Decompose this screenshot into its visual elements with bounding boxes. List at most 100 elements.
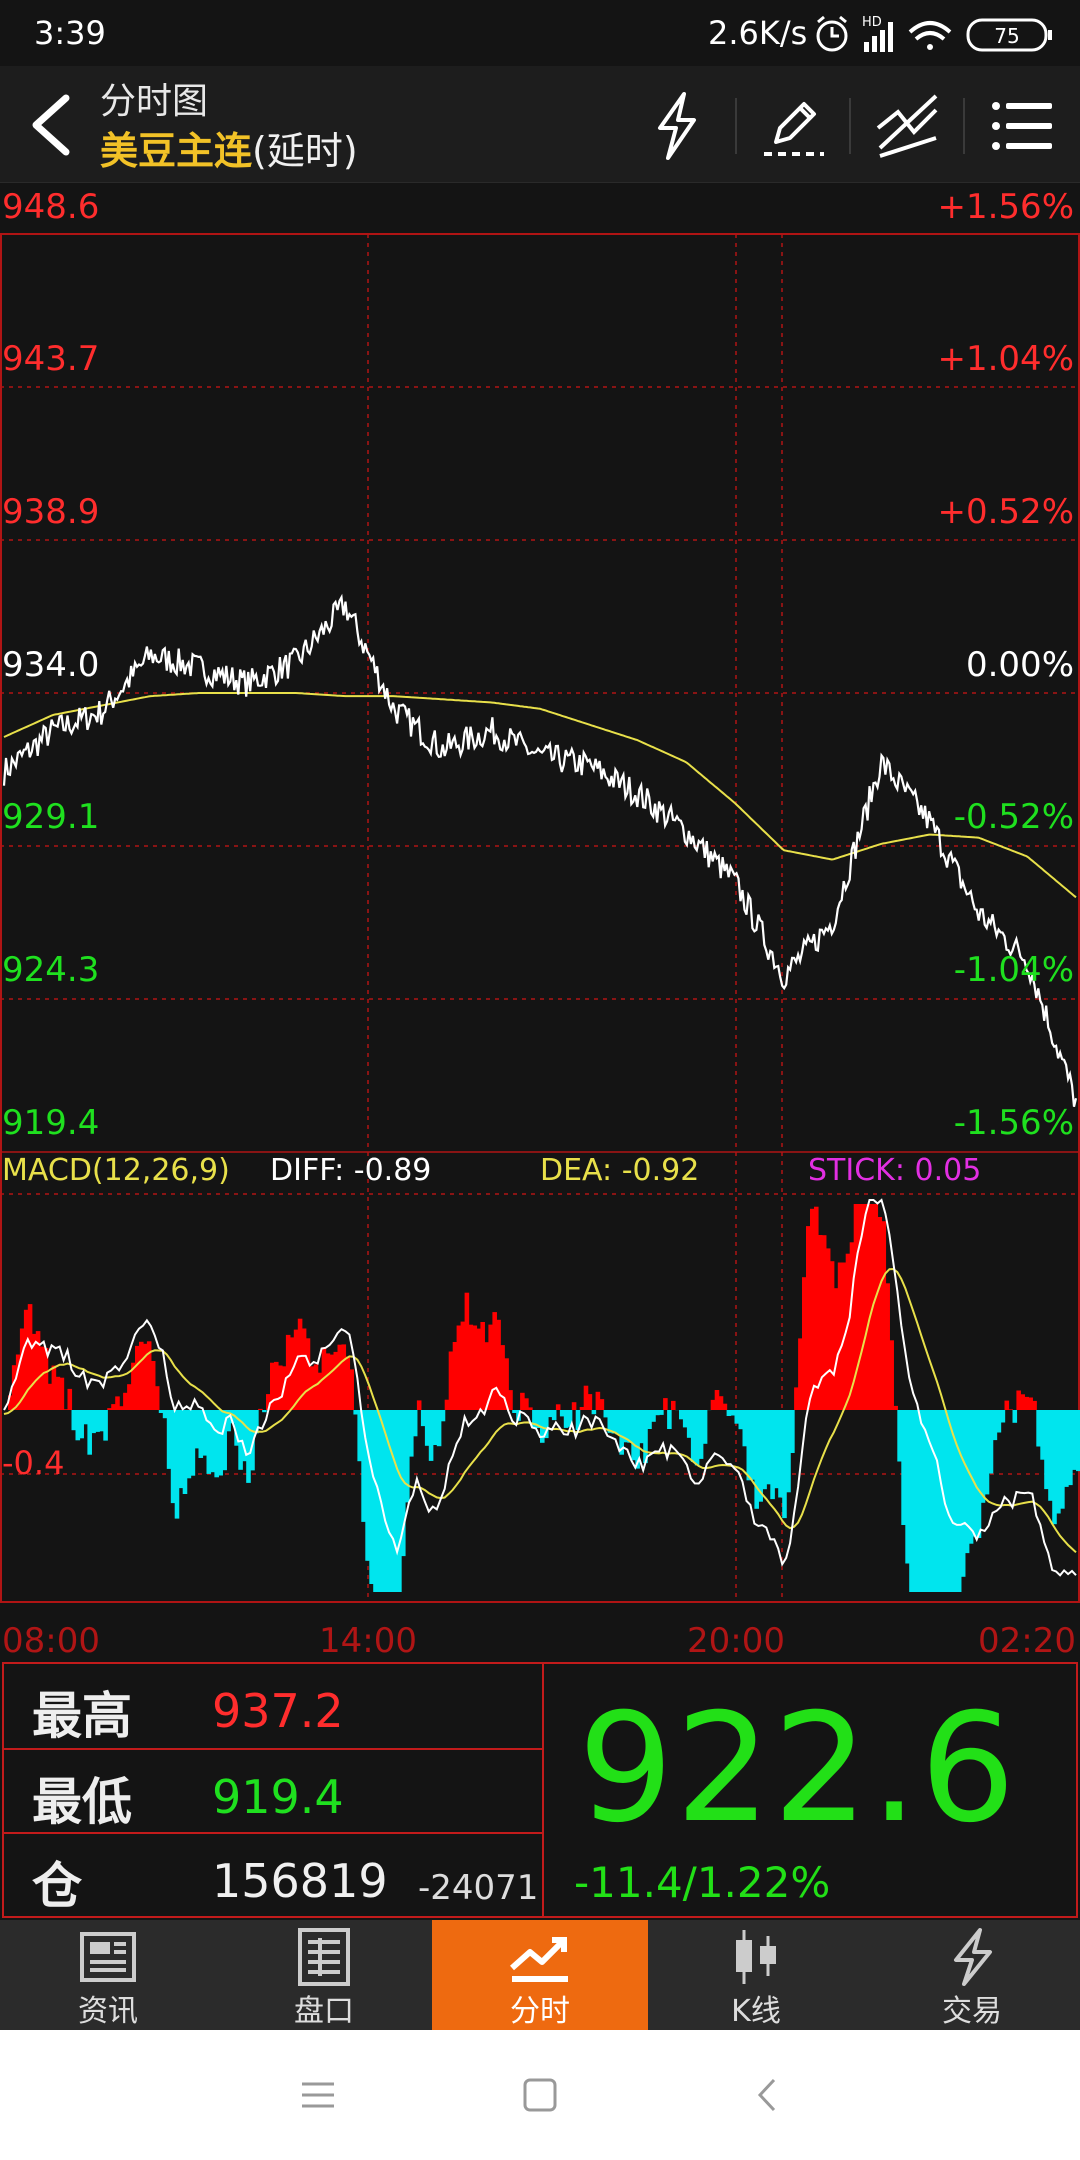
open-interest-row: 仓 156819 -24071 — [4, 1832, 542, 1918]
macd-bar — [1072, 1410, 1077, 1470]
macd-bar — [341, 1344, 347, 1410]
macd-bar — [79, 1410, 84, 1439]
macd-bar — [960, 1410, 966, 1577]
back-nav-button[interactable] — [738, 2070, 798, 2120]
macd-bar — [369, 1410, 374, 1584]
macd-bar — [492, 1312, 497, 1410]
macd-bar — [718, 1396, 724, 1410]
macd-bar — [123, 1392, 128, 1410]
tab-label: 交易 — [942, 1994, 1002, 2029]
macd-bar — [246, 1410, 251, 1483]
macd-bar — [905, 1410, 910, 1564]
macd-bar — [409, 1410, 414, 1457]
macd-bar — [55, 1376, 61, 1410]
y-label-left: 948.6 — [2, 187, 99, 227]
macd-bar — [210, 1410, 216, 1473]
macd-bar — [802, 1277, 807, 1410]
back-button[interactable] — [22, 90, 80, 160]
macd-bar — [214, 1410, 219, 1478]
macd-bar — [647, 1410, 652, 1429]
tab-trade[interactable]: 交易 — [864, 1920, 1080, 2030]
macd-diff-label: DIFF: -0.89 — [270, 1153, 431, 1188]
macd-bar — [782, 1410, 787, 1519]
chart-border — [0, 233, 1080, 1603]
macd-bar — [746, 1410, 752, 1481]
chevron-left-icon — [32, 94, 70, 156]
macd-bar — [325, 1353, 331, 1410]
macd-bar — [154, 1386, 160, 1410]
macd-bar — [278, 1365, 283, 1410]
macd-bar — [349, 1369, 354, 1410]
macd-bar — [67, 1388, 73, 1410]
macd-bar — [476, 1328, 482, 1410]
menu-icon — [992, 102, 1052, 150]
macd-bar — [551, 1410, 557, 1421]
macd-bar — [825, 1248, 831, 1410]
tab-candlestick[interactable]: K线 — [648, 1920, 864, 2030]
instrument-label: 美豆主连 — [100, 129, 253, 173]
macd-bar — [563, 1410, 569, 1428]
time-label: 20:00 — [687, 1621, 785, 1661]
draw-button[interactable] — [754, 88, 834, 164]
macd-bar — [770, 1410, 775, 1500]
macd-bar — [786, 1410, 791, 1493]
macd-bar — [945, 1410, 950, 1592]
high-row: 最高 937.2 — [4, 1664, 542, 1748]
macd-bar — [885, 1283, 890, 1410]
system-nav-bar — [0, 2030, 1080, 2160]
macd-bar — [1060, 1410, 1065, 1509]
macd-bar — [405, 1410, 410, 1503]
intraday-chart[interactable]: 948.6 943.7 938.9 934.0 929.1 924.3 919.… — [0, 182, 1080, 1662]
tab-intraday[interactable]: 分时 — [432, 1920, 648, 2030]
time-label: 02:20 — [978, 1621, 1076, 1661]
menu-button[interactable] — [982, 88, 1062, 164]
macd-bar — [956, 1410, 962, 1592]
high-value: 937.2 — [212, 1684, 344, 1738]
macd-bar — [262, 1410, 267, 1413]
macd-bar — [313, 1364, 319, 1410]
y-label-right: -1.56% — [954, 1103, 1074, 1143]
macd-bar — [174, 1410, 180, 1519]
macd-bar — [559, 1410, 565, 1417]
macd-bar — [948, 1410, 954, 1592]
bottom-tab-bar: 资讯 盘口 分时 K线 交易 — [0, 1920, 1080, 2030]
trendline-button[interactable] — [868, 88, 948, 164]
macd-bar — [496, 1319, 501, 1410]
macd-bar — [424, 1410, 430, 1446]
macd-bar — [83, 1410, 88, 1425]
quote-grid: 最高 937.2 最低 919.4 仓 156819 -24071 922.6 … — [2, 1662, 1078, 1918]
macd-bar — [964, 1410, 970, 1554]
macd-bar — [480, 1322, 485, 1410]
lightning-button[interactable] — [636, 88, 716, 164]
macd-bar — [873, 1204, 879, 1410]
tab-orderbook[interactable]: 盘口 — [216, 1920, 432, 2030]
tab-label: 资讯 — [78, 1994, 138, 2029]
home-nav-icon — [523, 2078, 557, 2112]
macd-bar — [659, 1410, 664, 1415]
macd-bar — [774, 1410, 779, 1489]
menu-nav-icon — [302, 2082, 334, 2108]
y-label-right: +1.04% — [938, 339, 1075, 379]
menu-nav-button[interactable] — [288, 2070, 348, 2120]
macd-bar — [821, 1235, 827, 1410]
open-interest-value: 156819 — [212, 1854, 388, 1908]
y-label-left: 934.0 — [2, 645, 99, 685]
macd-bar — [150, 1361, 156, 1410]
macd-bar — [587, 1394, 593, 1410]
macd-bar — [393, 1410, 398, 1592]
open-interest-label: 仓 — [32, 1857, 82, 1915]
macd-bar — [778, 1410, 783, 1498]
macd-bar — [766, 1410, 771, 1485]
macd-bar — [103, 1410, 108, 1441]
macd-bar — [984, 1410, 990, 1495]
macd-bar — [901, 1410, 906, 1525]
y-label-left: 924.3 — [2, 950, 99, 990]
delay-label: (延时) — [252, 129, 358, 173]
low-label: 最低 — [32, 1773, 132, 1831]
network-speed: 2.6K/s — [708, 14, 808, 52]
home-nav-button[interactable] — [510, 2070, 570, 2120]
tab-news[interactable]: 资讯 — [0, 1920, 216, 2030]
back-nav-icon — [757, 2078, 776, 2112]
macd-bar — [889, 1340, 894, 1410]
macd-bar — [750, 1410, 755, 1480]
